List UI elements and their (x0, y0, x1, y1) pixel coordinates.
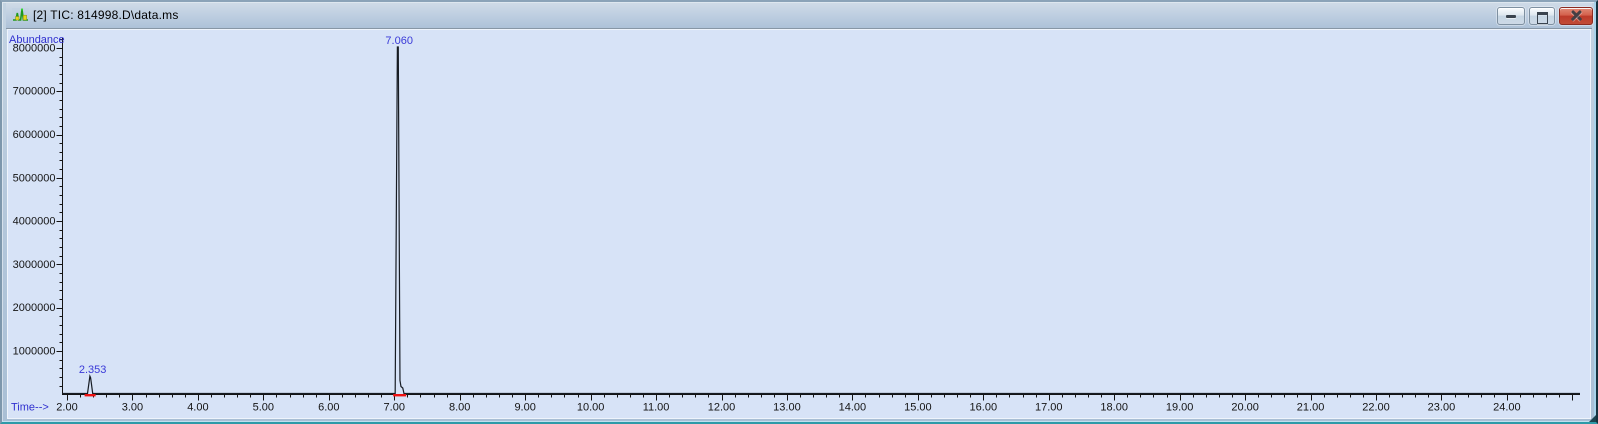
x-tick-label: 14.00 (839, 402, 867, 414)
x-tick-label: 15.00 (904, 402, 932, 414)
x-tick-label: 17.00 (1035, 402, 1063, 414)
peak-label: 7.060 (385, 35, 413, 47)
peak-label: 2.353 (79, 364, 107, 376)
chromatogram-plot[interactable]: 1000000 2000000 3000000 4000000 5000000 60000… (8, 30, 1590, 418)
x-tick-label: 9.00 (514, 402, 535, 414)
y-tick-label: 1000000 (13, 346, 56, 358)
close-button[interactable] (1559, 7, 1593, 25)
chromatogram-panel: 1000000 2000000 3000000 4000000 5000000 60000… (7, 29, 1591, 419)
x-tick-label: 20.00 (1231, 402, 1259, 414)
resize-grip[interactable] (1589, 415, 1596, 422)
x-tick-label: 16.00 (970, 402, 998, 414)
x-tick-label: 10.00 (577, 402, 605, 414)
x-tick-label: 12.00 (708, 402, 736, 414)
maximize-button[interactable] (1529, 7, 1555, 25)
y-axis-caption: Abundance (9, 34, 65, 46)
x-tick-label: 6.00 (318, 402, 339, 414)
title-bar[interactable]: [2] TIC: 814998.D\data.ms (6, 3, 1592, 29)
y-tick-label: 5000000 (13, 172, 56, 184)
x-tick-label: 19.00 (1166, 402, 1194, 414)
x-tick-label: 13.00 (773, 402, 801, 414)
close-icon (1560, 8, 1592, 24)
chromatogram-icon (12, 8, 29, 23)
x-tick-label: 22.00 (1362, 402, 1390, 414)
minimize-icon (1506, 15, 1516, 18)
x-tick-label: 2.00 (56, 402, 77, 414)
integration-mark (393, 394, 407, 397)
x-tick-label: 3.00 (122, 402, 143, 414)
maximize-icon (1537, 12, 1548, 24)
x-tick-label: 11.00 (643, 402, 670, 414)
window-title: [2] TIC: 814998.D\data.ms (33, 8, 179, 22)
y-tick-label: 2000000 (13, 302, 56, 314)
x-tick-label: 4.00 (187, 402, 208, 414)
x-tick-label: 7.00 (384, 402, 405, 414)
x-tick-label: 21.00 (1297, 402, 1325, 414)
tic-window: [2] TIC: 814998.D\data.ms 1000000 2000000… (0, 0, 1598, 424)
x-tick-label: 8.00 (449, 402, 470, 414)
integration-mark (84, 394, 96, 397)
y-tick-label: 4000000 (13, 216, 56, 228)
y-tick-label: 6000000 (13, 129, 56, 141)
minimize-button[interactable] (1497, 7, 1525, 25)
x-axis-caption: Time--> (11, 402, 49, 414)
y-tick-label: 7000000 (13, 86, 56, 98)
x-tick-label: 5.00 (253, 402, 274, 414)
x-tick-label: 23.00 (1428, 402, 1456, 414)
x-tick-label: 18.00 (1100, 402, 1128, 414)
x-tick-label: 24.00 (1493, 402, 1521, 414)
tic-trace (62, 46, 1580, 395)
y-tick-label: 3000000 (13, 259, 56, 271)
